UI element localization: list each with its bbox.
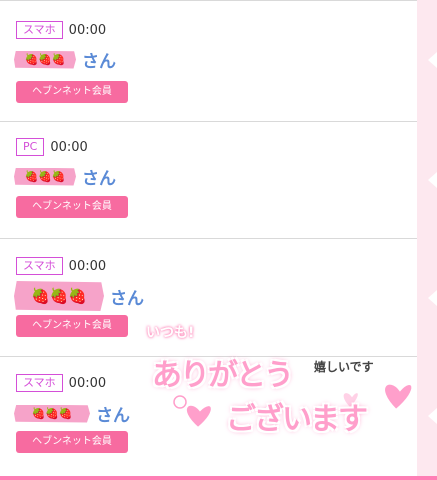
arrow-left-icon (428, 408, 437, 424)
name-suffix: さん (96, 406, 130, 426)
device-badge: スマホ (16, 21, 63, 39)
member-button[interactable]: ヘブンネット会員 (16, 196, 128, 218)
arrow-left-icon (428, 172, 437, 188)
item-meta: PC 00:00 (16, 138, 88, 156)
name-suffix: さん (82, 52, 116, 72)
strawberry-icon: 🍓🍓🍓 (24, 170, 66, 183)
member-button[interactable]: ヘブンネット会員 (16, 431, 128, 453)
member-button[interactable]: ヘブンネット会員 (16, 315, 128, 337)
item-meta: スマホ 00:00 (16, 374, 106, 392)
thank-you-sticker: いつも! ありがとう ございます 嬉しいです (140, 318, 420, 448)
name-suffix: さん (82, 169, 116, 189)
visit-time: 00:00 (50, 139, 88, 155)
device-badge: スマホ (16, 257, 63, 275)
name-tag-sticker: 🍓🍓🍓 (14, 281, 104, 311)
member-button[interactable]: ヘブンネット会員 (16, 81, 128, 103)
name-suffix: さん (110, 288, 144, 309)
strawberry-icon: 🍓🍓🍓 (30, 286, 88, 305)
item-meta: スマホ 00:00 (16, 257, 106, 275)
side-panel (417, 0, 437, 476)
strawberry-icon: 🍓🍓🍓 (31, 407, 73, 420)
list-item: PC 00:00 🍓🍓🍓 さん ヘブンネット会員 (0, 121, 417, 239)
visit-time: 00:00 (68, 22, 107, 38)
name-tag-sticker: 🍓🍓🍓 (14, 404, 90, 423)
bottom-bar (0, 476, 437, 480)
name-tag-sticker: 🍓🍓🍓 (14, 167, 76, 186)
device-badge: PC (16, 138, 45, 156)
sticker-side-text: 嬉しいです (314, 360, 374, 374)
visitor-name[interactable]: 🍓🍓🍓 さん (14, 164, 116, 189)
visit-time: 00:00 (68, 375, 107, 391)
name-tag-sticker: 🍓🍓🍓 (14, 50, 76, 69)
arrow-left-icon (428, 52, 437, 68)
sticker-line-3: ございます (226, 402, 368, 437)
device-badge: スマホ (16, 374, 63, 392)
visit-time: 00:00 (68, 258, 107, 274)
arrow-left-icon (428, 290, 437, 306)
list-item: スマホ 00:00 🍓🍓🍓 さん ヘブンネット会員 (0, 0, 417, 122)
strawberry-icon: 🍓🍓🍓 (24, 53, 66, 66)
sticker-line-2: ありがとう (152, 358, 294, 393)
item-meta: スマホ 00:00 (16, 21, 106, 39)
visitor-name[interactable]: 🍓🍓🍓 さん (14, 47, 116, 72)
visitor-name[interactable]: 🍓🍓🍓 さん (14, 401, 130, 426)
visitor-name[interactable]: 🍓🍓🍓 さん (14, 281, 144, 311)
sticker-line-1: いつも! (146, 325, 195, 341)
